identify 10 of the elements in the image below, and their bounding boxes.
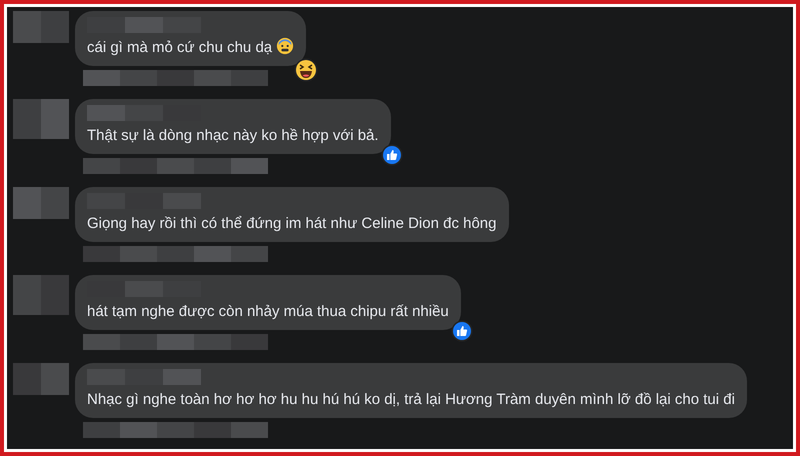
comment-text: Thật sự là dòng nhạc này ko hề hợp với bả. xyxy=(87,126,379,146)
comment-text: cái gì mà mỏ cứ chu chu dạ xyxy=(87,37,294,58)
comment-text: Giọng hay rồi thì có thể đứng im hát như Celine Dion đc hông xyxy=(87,214,496,234)
blurred-avatar xyxy=(13,11,69,43)
blurred-avatar xyxy=(13,363,69,395)
blurred-avatar xyxy=(13,275,69,315)
comment-text: Nhạc gì nghe toàn hơ hơ hơ hu hu hú hú ko dị, trả lại Hương Tràm duyên mình lỡ đồ lại cho tui đi xyxy=(87,390,735,410)
blurred-avatar xyxy=(13,99,69,139)
blurred-avatar xyxy=(13,187,69,219)
comment-text: hát tạm nghe được còn nhảy múa thua chipu rất nhiều xyxy=(87,302,449,322)
